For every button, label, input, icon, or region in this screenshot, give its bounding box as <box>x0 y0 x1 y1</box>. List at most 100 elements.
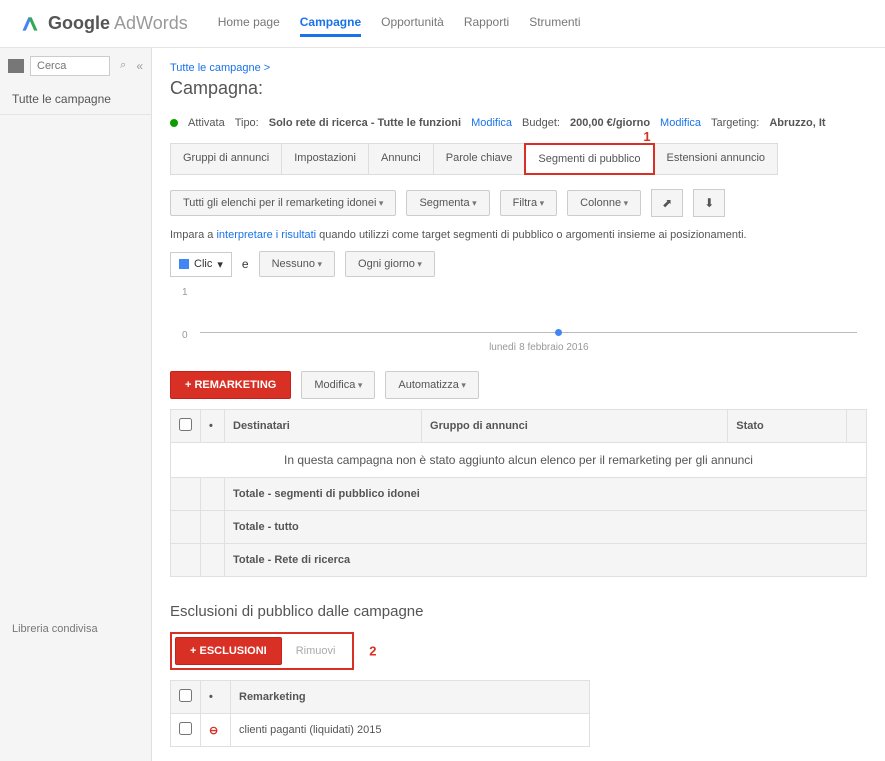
chart-x-label: lunedì 8 febbraio 2016 <box>489 342 589 353</box>
clic-selector[interactable]: Clic ▾ <box>170 252 232 277</box>
excl-select-all-checkbox[interactable] <box>179 689 192 702</box>
status-state: Attivata <box>188 117 225 129</box>
status-dot-icon <box>170 119 178 127</box>
tab-annunci[interactable]: Annunci <box>368 143 434 175</box>
excl-col-remarketing[interactable]: Remarketing <box>231 681 590 714</box>
hint-post: quando utilizzi come target segmenti di … <box>316 229 746 241</box>
nav-campagne[interactable]: Campagne <box>300 10 361 37</box>
total-1: Totale - segmenti di pubblico idonei <box>225 478 867 511</box>
chart-icon-button[interactable]: ⬈ <box>651 189 683 217</box>
remarketing-button[interactable]: + REMARKETING <box>170 371 291 399</box>
total-3: Totale - Rete di ricerca <box>225 544 867 577</box>
status-type-value: Solo rete di ricerca - Tutte le funzioni <box>269 117 461 129</box>
sub-tabs: Gruppi di annunci Impostazioni Annunci P… <box>170 143 867 175</box>
edit-type-link[interactable]: Modifica <box>471 117 512 129</box>
app-header: Google AdWords Home page Campagne Opport… <box>0 0 885 48</box>
exclusions-table: • Remarketing ⊖ clienti paganti (liquida… <box>170 680 590 747</box>
nessuno-dropdown[interactable]: Nessuno <box>259 251 335 277</box>
chart: 1 0 lunedì 8 febbraio 2016 <box>200 291 857 351</box>
table-total-row: Totale - tutto <box>171 511 867 544</box>
tab-parole[interactable]: Parole chiave <box>433 143 526 175</box>
logo-adwords: AdWords <box>114 13 188 33</box>
chart-axis-line <box>200 332 857 333</box>
columns-dropdown[interactable]: Colonne <box>567 190 641 216</box>
annotation-2: 2 <box>369 644 376 659</box>
page-title: Campagna: <box>170 78 867 99</box>
col-status-dot: • <box>201 410 225 443</box>
filter-e: e <box>242 257 249 271</box>
action-row: + REMARKETING Modifica Automatizza <box>170 371 867 399</box>
filter-row: Clic ▾ e Nessuno Ogni giorno <box>170 251 867 277</box>
sidebar-all-campaigns[interactable]: Tutte le campagne <box>0 84 151 115</box>
table-total-row: Totale - Rete di ricerca <box>171 544 867 577</box>
nav-opportunita[interactable]: Opportunità <box>381 10 444 37</box>
filter-dropdown[interactable]: Filtra <box>500 190 557 216</box>
breadcrumb[interactable]: Tutte le campagne > <box>170 62 867 74</box>
automate-dropdown[interactable]: Automatizza <box>385 371 479 399</box>
status-budget-label: Budget: <box>522 117 560 129</box>
hint-link[interactable]: interpretare i risultati <box>216 229 316 241</box>
tab-segmenti[interactable]: 1 Segmenti di pubblico <box>524 143 654 175</box>
excl-col-dot: • <box>201 681 231 714</box>
nav-tabs: Home page Campagne Opportunità Rapporti … <box>218 10 581 37</box>
chart-y-0: 0 <box>182 330 188 341</box>
main-content: Tutte le campagne > Campagna: Attivata T… <box>152 48 885 761</box>
chevron-down-icon: ▾ <box>217 258 223 271</box>
tab-gruppi[interactable]: Gruppi di annunci <box>170 143 282 175</box>
clic-color-icon <box>179 259 189 269</box>
download-icon-button[interactable]: ⬇ <box>693 189 725 217</box>
edit-budget-link[interactable]: Modifica <box>660 117 701 129</box>
logo: Google AdWords <box>20 13 188 34</box>
empty-message: In questa campagna non è stato aggiunto … <box>171 443 867 478</box>
hint-pre: Impara a <box>170 229 216 241</box>
segment-dropdown[interactable]: Segmenta <box>406 190 489 216</box>
minus-icon: ⊖ <box>209 725 218 737</box>
lists-dropdown[interactable]: Tutti gli elenchi per il remarketing ido… <box>170 190 396 216</box>
col-stato[interactable]: Stato <box>728 410 847 443</box>
status-row: Attivata Tipo: Solo rete di ricerca - Tu… <box>170 117 867 129</box>
add-exclusions-button[interactable]: + ESCLUSIONI <box>175 637 282 665</box>
tab-segmenti-label: Segmenti di pubblico <box>538 153 640 165</box>
modify-dropdown[interactable]: Modifica <box>301 371 375 399</box>
excl-row-name[interactable]: clienti paganti (liquidati) 2015 <box>231 714 590 747</box>
search-input[interactable] <box>30 56 110 76</box>
table-empty-row: In questa campagna non è stato aggiunto … <box>171 443 867 478</box>
nav-strumenti[interactable]: Strumenti <box>529 10 580 37</box>
excl-row-checkbox[interactable] <box>179 722 192 735</box>
total-2: Totale - tutto <box>225 511 867 544</box>
adwords-logo-icon <box>20 14 40 34</box>
tab-impostazioni[interactable]: Impostazioni <box>281 143 369 175</box>
remove-exclusions-button[interactable]: Rimuovi <box>282 638 350 664</box>
folder-icon <box>8 59 24 73</box>
nav-rapporti[interactable]: Rapporti <box>464 10 509 37</box>
nav-home[interactable]: Home page <box>218 10 280 37</box>
chart-y-1: 1 <box>182 287 188 298</box>
status-budget-value: 200,00 €/giorno <box>570 117 650 129</box>
exclusions-title: Esclusioni di pubblico dalle campagne <box>170 603 867 620</box>
status-targeting-label: Targeting: <box>711 117 759 129</box>
excl-table-row: ⊖ clienti paganti (liquidati) 2015 <box>171 714 590 747</box>
table-header-row: • Destinatari Gruppo di annunci Stato <box>171 410 867 443</box>
sidebar: ⌕ « Tutte le campagne Libreria condivisa <box>0 48 152 761</box>
logo-google: Google <box>48 13 110 33</box>
sidebar-shared-library[interactable]: Libreria condivisa <box>0 615 151 643</box>
status-targeting-value: Abruzzo, It <box>769 117 825 129</box>
hint-text: Impara a interpretare i risultati quando… <box>170 229 867 241</box>
clic-label: Clic <box>194 258 212 270</box>
chart-data-point <box>555 329 562 336</box>
col-destinatari[interactable]: Destinatari <box>225 410 422 443</box>
tab-estensioni[interactable]: Estensioni annuncio <box>654 143 778 175</box>
exclusions-actions: + ESCLUSIONI Rimuovi 2 <box>170 632 354 670</box>
audiences-table: • Destinatari Gruppo di annunci Stato In… <box>170 409 867 577</box>
annotation-1: 1 <box>643 129 650 144</box>
search-icon: ⌕ <box>120 59 126 72</box>
excl-header-row: • Remarketing <box>171 681 590 714</box>
table-total-row: Totale - segmenti di pubblico idonei <box>171 478 867 511</box>
status-type-label: Tipo: <box>235 117 259 129</box>
col-gruppo[interactable]: Gruppo di annunci <box>422 410 728 443</box>
toolbar: Tutti gli elenchi per il remarketing ido… <box>170 189 867 217</box>
select-all-checkbox[interactable] <box>179 418 192 431</box>
daily-dropdown[interactable]: Ogni giorno <box>345 251 435 277</box>
col-extra <box>847 410 867 443</box>
collapse-sidebar-icon[interactable]: « <box>136 59 143 73</box>
